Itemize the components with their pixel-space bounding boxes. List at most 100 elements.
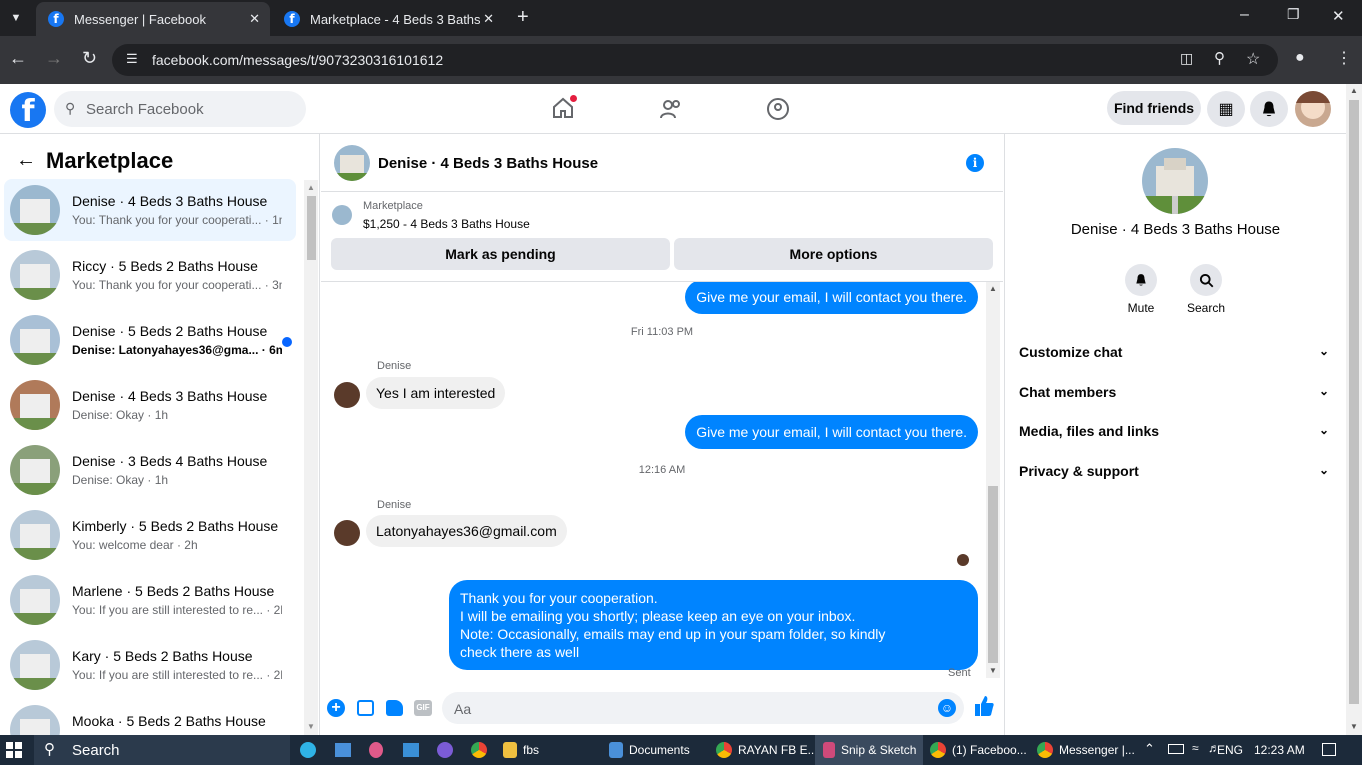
site-settings-icon[interactable]: ☰ xyxy=(126,51,138,67)
conversation-scrollbar[interactable]: ▲ ▼ xyxy=(304,180,318,735)
paint-icon[interactable] xyxy=(369,742,383,758)
notifications-button[interactable] xyxy=(1250,91,1288,127)
scroll-thumb[interactable] xyxy=(307,196,316,260)
conversation-item[interactable]: Riccy · 5 Beds 2 Baths House You: Thank y… xyxy=(4,244,296,306)
zoom-icon[interactable]: ⚲ xyxy=(1214,49,1225,67)
scroll-up-arrow[interactable]: ▲ xyxy=(989,284,997,293)
taskbar-item-facebook[interactable]: (1) Faceboo... xyxy=(930,735,1027,765)
browser-menu-icon[interactable]: ⋮ xyxy=(1336,48,1352,68)
profile-picture[interactable] xyxy=(1142,148,1208,214)
sticker-icon[interactable] xyxy=(386,700,403,716)
back-arrow-icon[interactable]: ← xyxy=(16,149,36,172)
conversation-item[interactable]: Mooka · 5 Beds 2 Baths HouseYou: If you … xyxy=(4,699,296,735)
emoji-icon[interactable]: ☺ xyxy=(938,699,956,717)
close-tab-icon[interactable]: ✕ xyxy=(483,11,494,27)
restore-button[interactable]: ❐ xyxy=(1287,6,1300,23)
sender-avatar[interactable] xyxy=(334,520,360,546)
taskbar-item-documents[interactable]: Documents xyxy=(609,735,690,765)
tab-messenger[interactable]: f Messenger | Facebook ✕ xyxy=(36,2,270,36)
conversation-time: 2h xyxy=(273,603,282,617)
message-input[interactable]: Aa ☺ xyxy=(442,692,964,724)
clock[interactable]: 12:23 AM xyxy=(1254,743,1305,757)
new-tab-button[interactable]: + xyxy=(517,6,529,29)
profile-icon[interactable]: ● xyxy=(1295,49,1305,67)
home-nav-icon[interactable] xyxy=(551,95,577,120)
conversation-item[interactable]: Denise · 5 Beds 2 Baths House Denise: Lat… xyxy=(4,309,296,371)
scroll-down-arrow[interactable]: ▼ xyxy=(989,666,997,675)
listing-title[interactable]: $1,250 - 4 Beds 3 Baths House xyxy=(363,217,530,231)
taskbar-item-messenger[interactable]: Messenger |... xyxy=(1037,735,1135,765)
battery-icon[interactable] xyxy=(1168,744,1184,754)
chat-members-section[interactable]: Chat members ⌄ xyxy=(1019,384,1329,400)
tray-chevron-up-icon[interactable]: ⌃ xyxy=(1144,741,1155,757)
customize-chat-section[interactable]: Customize chat ⌄ xyxy=(1019,344,1329,360)
taskbar-search-box[interactable]: ⚲ Search xyxy=(34,735,290,765)
wifi-icon[interactable]: ≈ xyxy=(1192,741,1199,755)
page-scrollbar[interactable]: ▲ ▼ xyxy=(1346,84,1362,735)
language-indicator[interactable]: ENG xyxy=(1217,743,1243,757)
menu-grid-button[interactable]: ▦ xyxy=(1207,91,1245,127)
taskbar-item-rayan[interactable]: RAYAN FB E... xyxy=(716,735,818,765)
conversation-item[interactable]: Kary · 5 Beds 2 Baths House You: If you a… xyxy=(4,634,296,696)
listing-thumbnail[interactable] xyxy=(332,205,352,225)
chat-avatar[interactable] xyxy=(334,145,370,181)
gif-icon[interactable]: GIF xyxy=(414,700,432,716)
scroll-down-arrow[interactable]: ▼ xyxy=(307,722,315,731)
media-player-icon[interactable] xyxy=(437,742,453,758)
add-plus-icon[interactable]: + xyxy=(327,699,345,717)
edge-icon[interactable] xyxy=(300,742,316,758)
mark-as-pending-button[interactable]: Mark as pending xyxy=(331,238,670,270)
close-window-button[interactable]: ✕ xyxy=(1332,7,1345,25)
file-explorer-icon[interactable] xyxy=(335,743,351,757)
scroll-up-arrow[interactable]: ▲ xyxy=(307,183,315,192)
address-bar[interactable]: ☰ facebook.com/messages/t/90732303161016… xyxy=(112,44,1278,76)
photos-icon[interactable] xyxy=(403,743,419,757)
like-thumb-icon[interactable] xyxy=(974,695,994,717)
windows-start-icon[interactable] xyxy=(6,742,22,758)
scroll-thumb[interactable] xyxy=(988,486,998,663)
minimize-button[interactable]: – xyxy=(1240,6,1249,24)
conversation-item[interactable]: Denise · 4 Beds 3 Baths House Denise: Oka… xyxy=(4,374,296,436)
tab-marketplace[interactable]: f Marketplace - 4 Beds 3 Baths H ✕ xyxy=(272,2,504,36)
install-app-icon[interactable]: ◫ xyxy=(1180,50,1193,67)
forward-icon[interactable]: → xyxy=(45,48,63,69)
chat-title[interactable]: Denise · 4 Beds 3 Baths House xyxy=(378,155,598,172)
conversation-avatar xyxy=(10,250,60,300)
sender-avatar[interactable] xyxy=(334,382,360,408)
mute-button[interactable] xyxy=(1125,264,1157,296)
chrome-icon[interactable] xyxy=(471,742,487,758)
chevron-down-icon: ⌄ xyxy=(1318,384,1329,398)
reload-icon[interactable]: ↻ xyxy=(82,48,97,69)
groups-nav-icon[interactable] xyxy=(766,97,790,121)
taskbar-item-snip[interactable]: Snip & Sketch xyxy=(815,735,923,765)
privacy-support-section[interactable]: Privacy & support ⌄ xyxy=(1019,463,1329,479)
search-icon: ⚲ xyxy=(65,100,76,116)
media-files-links-section[interactable]: Media, files and links ⌄ xyxy=(1019,423,1329,439)
back-icon[interactable]: ← xyxy=(9,48,27,69)
notification-center-icon[interactable] xyxy=(1322,743,1336,756)
facebook-logo-icon[interactable]: f xyxy=(10,92,46,129)
search-conversation-button[interactable] xyxy=(1190,264,1222,296)
chat-info-panel: Denise · 4 Beds 3 Baths House Mute Searc… xyxy=(1004,134,1346,735)
chrome-icon xyxy=(930,742,946,758)
chat-scrollbar[interactable]: ▲ ▼ xyxy=(986,282,1000,678)
scroll-down-arrow[interactable]: ▼ xyxy=(1350,722,1358,731)
close-tab-icon[interactable]: ✕ xyxy=(249,11,260,27)
scroll-thumb[interactable] xyxy=(1349,100,1359,704)
info-icon[interactable]: i xyxy=(966,154,984,172)
taskbar-item-fbs[interactable]: fbs xyxy=(503,735,539,765)
find-friends-button[interactable]: Find friends xyxy=(1107,91,1201,125)
conversation-item[interactable]: Denise · 4 Beds 3 Baths House You: Thank … xyxy=(4,179,296,241)
tab-label: Marketplace - 4 Beds 3 Baths H xyxy=(310,11,480,27)
scroll-up-arrow[interactable]: ▲ xyxy=(1350,86,1358,95)
conversation-item[interactable]: Kimberly · 5 Beds 2 Baths House You: welc… xyxy=(4,504,296,566)
bookmark-star-icon[interactable]: ☆ xyxy=(1246,49,1260,69)
friends-nav-icon[interactable] xyxy=(659,97,683,121)
tab-list-button[interactable]: ▼ xyxy=(6,8,26,28)
photo-icon[interactable] xyxy=(357,700,374,716)
more-options-button[interactable]: More options xyxy=(674,238,993,270)
account-avatar[interactable] xyxy=(1295,91,1331,127)
conversation-item[interactable]: Marlene · 5 Beds 2 Baths House You: If yo… xyxy=(4,569,296,631)
facebook-search-input[interactable]: ⚲ Search Facebook xyxy=(54,91,306,127)
conversation-item[interactable]: Denise · 3 Beds 4 Baths House Denise: Oka… xyxy=(4,439,296,501)
